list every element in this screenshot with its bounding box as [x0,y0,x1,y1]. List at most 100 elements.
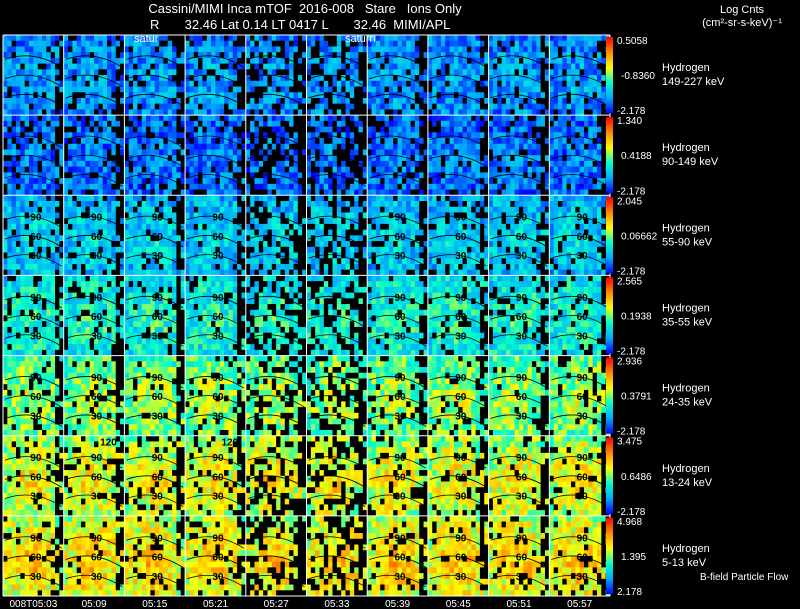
heatmap-cell [202,57,208,64]
heatmap-cell [419,69,424,76]
heatmap-cell [167,183,173,190]
heatmap-cell [215,223,221,230]
heatmap-cell [475,166,481,173]
heatmap-cell [159,40,164,47]
heatmap-cell [33,166,38,173]
heatmap-cell [137,160,143,167]
heatmap-cell [50,92,56,99]
heatmap-cell [150,103,156,110]
heatmap-cell [462,172,468,179]
heatmap-cell [46,126,51,133]
heatmap-cell [163,189,169,196]
heatmap-cell [263,155,268,162]
heatmap-cell [137,46,143,53]
heatmap-cell [575,183,580,190]
heatmap-cell [172,166,177,173]
heatmap-cell [185,40,190,47]
heatmap-cell [137,149,143,156]
heatmap-cell [245,178,251,185]
heatmap-cell [76,223,82,230]
heatmap-cell [354,166,359,173]
heatmap-cell [328,172,333,179]
heatmap-cell [345,178,351,185]
heatmap-cell [310,258,316,265]
heatmap-cell [449,126,455,133]
heatmap-cell [81,269,86,276]
heatmap-cell [596,69,602,76]
heatmap-cell [16,115,21,122]
heatmap-cell [154,57,160,64]
heatmap-cell [310,252,316,259]
heatmap-cell [523,46,528,53]
heatmap-cell [497,109,502,116]
heatmap-cell [501,178,507,185]
heatmap-cell [488,189,494,196]
heatmap-cell [280,143,286,150]
heatmap-cell [436,149,442,156]
heatmap-cell [193,109,199,116]
heatmap-cell [115,229,121,236]
heatmap-cell [588,189,593,196]
heatmap-cell [146,92,151,99]
heatmap-cell [328,138,333,145]
heatmap-cell [284,86,290,93]
heatmap-cell [445,46,450,53]
heatmap-cell [393,178,398,185]
heatmap-cell [29,92,34,99]
heatmap-cell [258,120,264,127]
heatmap-cell [289,120,294,127]
heatmap-cell [219,189,225,196]
heatmap-cell [3,246,8,253]
heatmap-cell [566,189,572,196]
heatmap-cell [267,143,273,150]
heatmap-cell [94,126,99,133]
heatmap-cell [215,109,221,116]
heatmap-cell [146,235,151,242]
heatmap-cell [167,252,173,259]
heatmap-cell [211,63,216,70]
heatmap-cell [566,109,572,116]
heatmap-cell [310,149,316,156]
heatmap-cell [315,269,320,276]
heatmap-cell [293,263,299,270]
heatmap-cell [510,40,515,47]
heatmap-cell [354,155,359,162]
heatmap-cell [583,75,589,82]
heatmap-cell [137,201,143,208]
heatmap-cell [284,206,290,213]
heatmap-cell [583,149,589,156]
heatmap-cell [267,57,273,64]
heatmap-cell [293,172,299,179]
heatmap-cell [267,63,273,70]
heatmap-cell [102,35,108,42]
heatmap-cell [98,126,104,133]
heatmap-cell [163,103,169,110]
heatmap-cell [11,138,17,145]
heatmap-cell [228,149,234,156]
heatmap-cell [280,258,286,265]
heatmap-cell [133,109,138,116]
heatmap-cell [354,126,359,133]
heatmap-cell [436,189,442,196]
heatmap-cell [254,46,260,53]
heatmap-cell [588,183,593,190]
heatmap-cell [531,115,537,122]
heatmap-cell [466,40,472,47]
heatmap-cell [475,40,481,47]
heatmap-cell [323,149,329,156]
heatmap-cell [527,178,533,185]
heatmap-cell [146,195,151,202]
heatmap-cell [393,109,398,116]
heatmap-cell [107,69,112,76]
heatmap-cell [141,149,147,156]
heatmap-cell [371,120,377,127]
heatmap-cell [289,189,294,196]
heatmap-cell [358,115,364,122]
heatmap-cell [401,178,407,185]
heatmap-cell [206,183,212,190]
heatmap-cell [185,109,190,116]
heatmap-cell [3,241,8,248]
heatmap-cell [263,69,268,76]
heatmap-cell [224,258,229,265]
heatmap-cell [189,109,195,116]
